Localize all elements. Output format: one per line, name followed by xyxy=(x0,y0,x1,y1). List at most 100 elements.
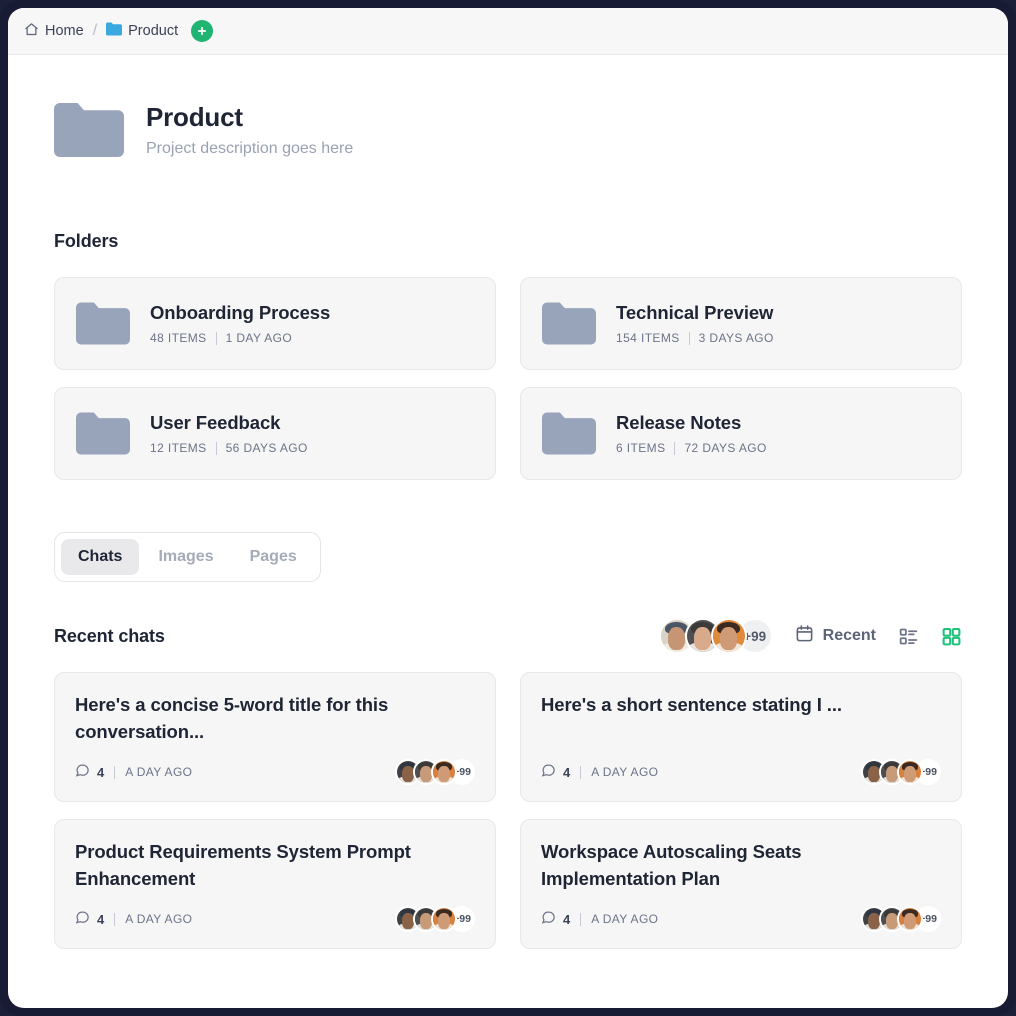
folder-card-text: Release Notes 6 ITEMS 72 DAYS AGO xyxy=(616,412,767,455)
folder-card[interactable]: Onboarding Process 48 ITEMS 1 DAY AGO xyxy=(54,277,496,371)
comment-count-value: 4 xyxy=(563,911,571,927)
comment-icon xyxy=(541,763,556,781)
avatar xyxy=(431,906,457,933)
grid-view-icon xyxy=(941,627,962,650)
folder-icon-blue xyxy=(106,22,123,40)
folder-card[interactable]: Technical Preview 154 ITEMS 3 DAYS AGO xyxy=(520,277,962,371)
meta-divider xyxy=(580,765,582,779)
list-view-button[interactable] xyxy=(898,626,919,647)
folder-timestamp: 56 DAYS AGO xyxy=(225,441,308,456)
folder-icon xyxy=(542,302,596,345)
chat-card[interactable]: Here's a concise 5-word title for this c… xyxy=(54,672,496,803)
chat-timestamp: A DAY AGO xyxy=(591,765,659,780)
avatar-group[interactable]: +99 xyxy=(861,906,941,933)
chat-timestamp: A DAY AGO xyxy=(125,912,193,927)
meta-divider xyxy=(114,912,116,926)
folder-icon xyxy=(76,302,130,345)
breadcrumb-current-label: Product xyxy=(128,23,179,39)
folder-timestamp: 1 DAY AGO xyxy=(225,331,293,346)
comment-icon xyxy=(75,910,90,928)
folder-meta: 48 ITEMS 1 DAY AGO xyxy=(150,331,330,345)
avatar xyxy=(710,618,747,655)
tab-images[interactable]: Images xyxy=(141,539,230,575)
sort-recent-label: Recent xyxy=(822,627,876,645)
comment-count-value: 4 xyxy=(97,911,105,927)
chat-card[interactable]: Product Requirements System Prompt Enhan… xyxy=(54,819,496,950)
chat-comment-count: 4 xyxy=(541,910,570,928)
folder-timestamp: 72 DAYS AGO xyxy=(684,441,767,456)
page-title: Product xyxy=(146,102,243,132)
chat-title: Product Requirements System Prompt Enhan… xyxy=(75,841,411,889)
chat-card[interactable]: Workspace Autoscaling Seats Implementati… xyxy=(520,819,962,950)
calendar-icon xyxy=(795,624,814,648)
folder-card[interactable]: Release Notes 6 ITEMS 72 DAYS AGO xyxy=(520,387,962,481)
folder-meta: 12 ITEMS 56 DAYS AGO xyxy=(150,441,308,455)
avatar-group[interactable]: +99 xyxy=(395,759,475,786)
folder-card[interactable]: User Feedback 12 ITEMS 56 DAYS AGO xyxy=(54,387,496,481)
folder-name: Technical Preview xyxy=(616,302,774,324)
chat-comment-count: 4 xyxy=(75,763,104,781)
comment-count-value: 4 xyxy=(563,764,571,780)
comment-icon xyxy=(541,910,556,928)
comment-count-value: 4 xyxy=(97,764,105,780)
recent-chats-title: Recent chats xyxy=(54,625,165,646)
avatar-group[interactable]: +99 xyxy=(395,906,475,933)
chat-card-footer: 4 A DAY AGO +99 xyxy=(541,759,941,786)
grid-view-button[interactable] xyxy=(941,626,962,647)
avatar xyxy=(431,759,457,786)
folder-timestamp: 3 DAYS AGO xyxy=(698,331,774,346)
project-header: Product Project description goes here xyxy=(54,55,962,159)
project-description: Project description goes here xyxy=(146,139,354,157)
chat-meta: 4 A DAY AGO xyxy=(75,910,192,928)
chat-comment-count: 4 xyxy=(541,763,570,781)
chat-card-footer: 4 A DAY AGO +99 xyxy=(75,906,475,933)
folder-card-text: Technical Preview 154 ITEMS 3 DAYS AGO xyxy=(616,302,774,345)
folder-card-text: Onboarding Process 48 ITEMS 1 DAY AGO xyxy=(150,302,330,345)
breadcrumb-item-product[interactable]: Product xyxy=(106,22,178,40)
breadcrumb: Home / Product xyxy=(8,8,1008,55)
list-view-icon xyxy=(898,628,919,650)
avatar-group[interactable]: +99 xyxy=(861,759,941,786)
recent-chats-controls: +99 Recent xyxy=(658,618,962,655)
add-button[interactable] xyxy=(191,20,214,42)
folders-section-title: Folders xyxy=(54,231,119,252)
comment-icon xyxy=(75,763,90,781)
chat-card[interactable]: Here's a short sentence stating I ... 4 xyxy=(520,672,962,803)
breadcrumb-separator: / xyxy=(92,22,98,39)
folder-item-count: 154 ITEMS xyxy=(616,331,680,346)
meta-divider xyxy=(114,765,116,779)
folder-item-count: 48 ITEMS xyxy=(150,331,207,346)
folder-icon xyxy=(542,412,596,455)
chat-meta: 4 A DAY AGO xyxy=(541,910,658,928)
meta-divider xyxy=(215,441,217,455)
folder-item-count: 6 ITEMS xyxy=(616,441,666,456)
tab-chats[interactable]: Chats xyxy=(61,539,140,576)
avatar xyxy=(897,759,923,786)
chat-timestamp: A DAY AGO xyxy=(591,912,659,927)
content-type-tabs: Chats Images Pages xyxy=(54,532,321,583)
project-header-text: Product Project description goes here xyxy=(146,101,353,159)
meta-divider xyxy=(674,441,676,455)
chat-comment-count: 4 xyxy=(75,910,104,928)
chat-title: Here's a short sentence stating I ... xyxy=(541,694,842,716)
project-folder-icon xyxy=(54,102,124,158)
recent-chats-header: Recent chats +99 Recent xyxy=(54,618,962,655)
window-frame: Home / Product Product Project descripti… xyxy=(0,0,1016,1016)
meta-divider xyxy=(580,912,582,926)
meta-divider xyxy=(215,331,217,345)
chat-meta: 4 A DAY AGO xyxy=(541,763,658,781)
folder-item-count: 12 ITEMS xyxy=(150,441,207,456)
tab-pages[interactable]: Pages xyxy=(233,539,314,575)
breadcrumb-item-home[interactable]: Home xyxy=(24,22,84,41)
chat-title: Here's a concise 5-word title for this c… xyxy=(75,694,389,742)
avatar-group[interactable]: +99 xyxy=(658,618,773,655)
chat-meta: 4 A DAY AGO xyxy=(75,763,192,781)
folder-card-text: User Feedback 12 ITEMS 56 DAYS AGO xyxy=(150,412,308,455)
chat-card-footer: 4 A DAY AGO +99 xyxy=(75,759,475,786)
folder-meta: 154 ITEMS 3 DAYS AGO xyxy=(616,331,774,345)
folder-name: User Feedback xyxy=(150,412,281,434)
main-content: Product Project description goes here Fo… xyxy=(8,55,1008,1008)
folder-name: Release Notes xyxy=(616,412,742,434)
chat-card-footer: 4 A DAY AGO +99 xyxy=(541,906,941,933)
sort-recent-button[interactable]: Recent xyxy=(795,624,876,648)
